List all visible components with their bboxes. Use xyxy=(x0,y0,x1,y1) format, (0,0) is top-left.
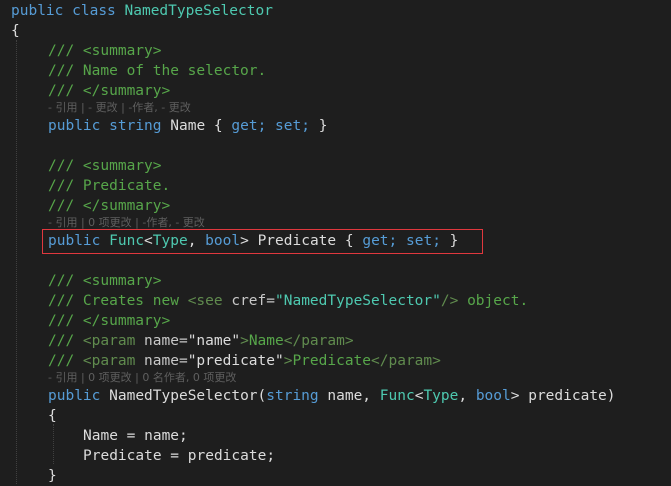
xml-doc-creates-line: /// Creates new <see cref="NamedTypeSele… xyxy=(48,293,529,309)
xml-doc-summary-open: /// <summary> xyxy=(48,273,162,289)
code-line-constructor-brace-open: { xyxy=(48,408,57,424)
indent-guide xyxy=(53,424,54,464)
xml-doc-param-predicate: /// <param name="predicate">Predicate</p… xyxy=(48,353,441,369)
xml-doc-summary-close: /// </summary> xyxy=(48,83,171,99)
xml-doc-summary-open: /// <summary> xyxy=(48,158,162,174)
xml-doc-summary-text: /// Name of the selector. xyxy=(48,63,267,79)
code-editor[interactable]: public class NamedTypeSelector { /// <su… xyxy=(0,0,671,484)
code-line-constructor-signature: public NamedTypeSelector(string name, Fu… xyxy=(48,388,616,404)
highlight-box xyxy=(42,229,483,254)
code-line-class-brace-open: { xyxy=(11,23,20,39)
codelens-constructor-references[interactable]: - 引用 | 0 项更改 | 0 名作者, 0 项更改 xyxy=(48,371,236,385)
code-line-name-property: public string Name { get; set; } xyxy=(48,118,328,134)
xml-doc-summary-open: /// <summary> xyxy=(48,43,162,59)
code-line-class-declaration: public class NamedTypeSelector xyxy=(11,3,273,19)
codelens-name-references[interactable]: - 引用 | - 更改 | -作者, - 更改 xyxy=(48,101,191,115)
xml-doc-param-name: /// <param name="name">Name</param> xyxy=(48,333,354,349)
codelens-predicate-references[interactable]: - 引用 | 0 项更改 | -作者, - 更改 xyxy=(48,216,205,230)
xml-doc-summary-close: /// </summary> xyxy=(48,313,171,329)
code-line-constructor-brace-close: } xyxy=(48,468,57,484)
indent-guide xyxy=(16,40,17,484)
xml-doc-summary-text: /// Predicate. xyxy=(48,178,171,194)
code-line-assign-predicate: Predicate = predicate; xyxy=(83,448,276,464)
code-line-assign-name: Name = name; xyxy=(83,428,188,444)
xml-doc-summary-close: /// </summary> xyxy=(48,198,171,214)
